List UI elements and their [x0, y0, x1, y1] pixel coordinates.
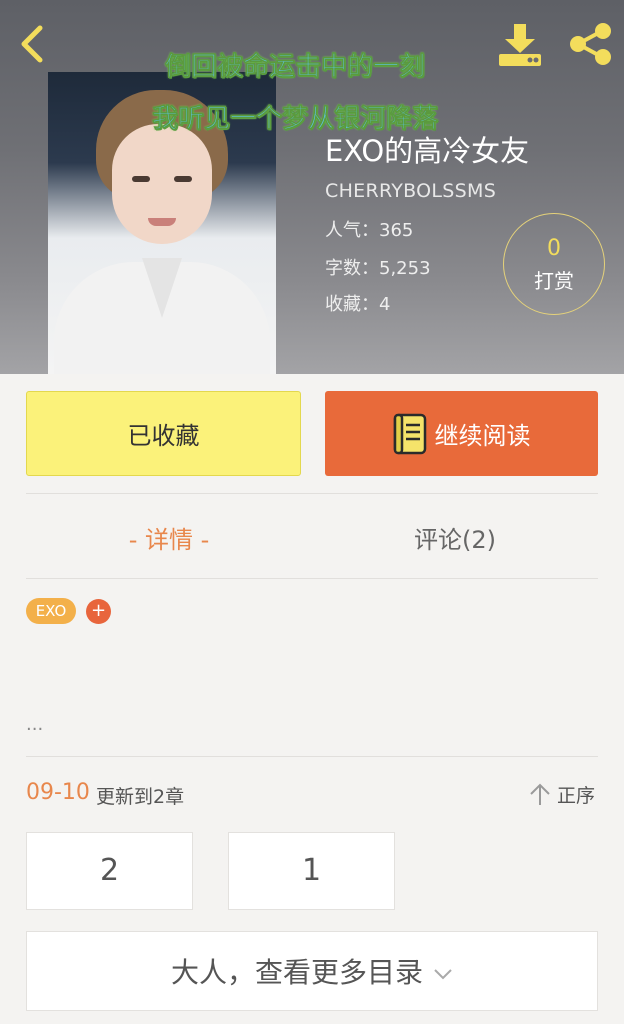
more-chapters-button[interactable]: 大人，查看更多目录 — [26, 931, 598, 1011]
book-header: 倒回被命运击中的一刻 我听见一个梦从银河降落 EXO的高冷女友 CHERRYBO… — [0, 0, 624, 374]
more-chapters-label: 大人，查看更多目录 — [170, 956, 423, 989]
continue-reading-button[interactable]: 继续阅读 — [325, 391, 598, 476]
divider — [26, 493, 598, 494]
tab-detail[interactable]: - 详情 - — [26, 520, 312, 555]
tab-comments[interactable]: 评论(2) — [312, 520, 598, 555]
divider — [26, 578, 598, 579]
chapter-button[interactable]: 1 — [228, 832, 395, 910]
cover-mouth — [148, 218, 176, 226]
tip-button[interactable]: 0 打赏 — [503, 213, 605, 315]
share-icon — [570, 23, 611, 65]
tag-exo[interactable]: EXO — [26, 598, 76, 624]
add-tag-button[interactable]: + — [86, 599, 111, 624]
download-icon — [499, 24, 541, 66]
book-icon — [393, 413, 426, 454]
book-author[interactable]: CHERRYBOLSSMS — [325, 180, 496, 202]
sort-order-label: 正序 — [557, 784, 596, 807]
popularity-stat: 人气：365 — [325, 220, 414, 241]
divider — [26, 756, 598, 757]
cover-eye-left — [132, 176, 150, 182]
cover-eye-right — [174, 176, 192, 182]
book-title: EXO的高冷女友 — [325, 134, 530, 168]
favorited-label: 已收藏 — [127, 422, 200, 450]
update-text: 更新到2章 — [96, 786, 185, 808]
overlay-caption-line-1: 倒回被命运击中的一刻 — [165, 52, 426, 83]
chevron-down-icon — [434, 969, 452, 980]
back-icon — [21, 25, 43, 63]
description-text[interactable]: ... — [26, 714, 43, 735]
back-button[interactable] — [14, 22, 54, 66]
word-count-stat: 字数：5,253 — [325, 258, 431, 279]
tip-label: 打赏 — [534, 269, 574, 293]
tip-count: 0 — [547, 236, 561, 261]
sort-order-toggle[interactable]: 正序 — [528, 780, 595, 808]
favorited-button[interactable]: 已收藏 — [26, 391, 301, 476]
download-button[interactable] — [496, 22, 544, 68]
up-arrow-icon — [530, 783, 550, 805]
chapter-button[interactable]: 2 — [26, 832, 193, 910]
continue-reading-label: 继续阅读 — [434, 422, 531, 450]
update-date: 09-10 — [26, 780, 90, 805]
cover-face — [112, 124, 212, 244]
favorites-stat: 收藏：4 — [325, 294, 391, 315]
share-button[interactable] — [566, 22, 614, 66]
